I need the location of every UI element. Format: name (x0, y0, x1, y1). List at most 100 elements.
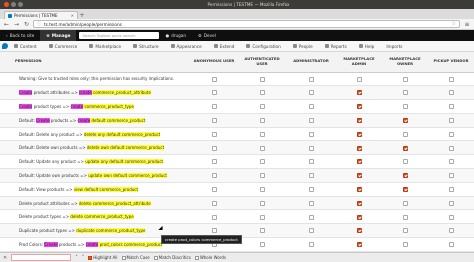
permission-checkbox-administrator[interactable] (308, 131, 314, 137)
permission-checkbox-pickup-vendor[interactable] (448, 228, 454, 234)
permission-checkbox-authenticated[interactable] (259, 90, 265, 96)
permission-checkbox-administrator[interactable] (308, 228, 314, 234)
permission-checkbox-pickup-vendor[interactable] (448, 76, 454, 82)
permission-checkbox-marketplace-owner[interactable] (402, 228, 408, 234)
tray-item-people[interactable]: People (287, 41, 319, 51)
permission-checkbox-administrator[interactable] (308, 118, 314, 124)
back-to-site-link[interactable]: ‹ Back to site (0, 33, 40, 38)
permission-checkbox-pickup-vendor[interactable] (448, 90, 454, 96)
tray-item-appearance[interactable]: Appearance (165, 41, 208, 51)
permission-checkbox-marketplace-owner[interactable] (402, 214, 408, 220)
permission-checkbox-administrator[interactable] (308, 242, 314, 248)
permission-checkbox-pickup-vendor[interactable] (448, 145, 454, 151)
tab-permissions[interactable]: Permissions | TESTME ✕ (4, 11, 78, 19)
user-tab[interactable]: ● drugan (159, 33, 192, 38)
permission-checkbox-pickup-vendor[interactable] (448, 159, 454, 165)
permission-checkbox-marketplace-owner[interactable] (402, 187, 408, 193)
find-next-icon[interactable]: ˅ (82, 255, 85, 261)
permission-checkbox-pickup-vendor[interactable] (448, 187, 454, 193)
permission-checkbox-authenticated[interactable] (259, 159, 265, 165)
permission-checkbox-anonymous[interactable] (211, 76, 217, 82)
permission-checkbox-marketplace-admin[interactable] (356, 159, 362, 165)
tray-item-structure[interactable]: Structure (127, 41, 164, 51)
permission-checkbox-marketplace-admin[interactable] (356, 131, 362, 137)
manage-tab[interactable]: ≡ Manage (40, 30, 77, 41)
permission-checkbox-marketplace-owner[interactable] (402, 145, 408, 151)
highlight-all-checkbox[interactable]: Highlight All (88, 255, 118, 260)
permission-checkbox-administrator[interactable] (308, 145, 314, 151)
permission-checkbox-marketplace-admin[interactable] (356, 187, 362, 193)
permission-checkbox-marketplace-owner[interactable] (402, 242, 408, 248)
permission-checkbox-authenticated[interactable] (259, 200, 265, 206)
permission-checkbox-pickup-vendor[interactable] (448, 173, 454, 179)
permission-checkbox-pickup-vendor[interactable] (448, 200, 454, 206)
permission-checkbox-authenticated[interactable] (259, 214, 265, 220)
info-icon[interactable]: ⓘ (37, 21, 41, 27)
permission-checkbox-pickup-vendor[interactable] (448, 118, 454, 124)
permission-checkbox-authenticated[interactable] (259, 242, 265, 248)
permission-checkbox-anonymous[interactable] (211, 200, 217, 206)
permission-checkbox-administrator[interactable] (308, 159, 314, 165)
permission-checkbox-anonymous[interactable] (211, 228, 217, 234)
tray-item-content[interactable]: Content (8, 41, 43, 51)
tray-item-reports[interactable]: Reports (319, 41, 353, 51)
match-diacritics-checkbox[interactable]: Match Diacritics (153, 255, 191, 260)
permission-checkbox-marketplace-owner[interactable] (402, 76, 408, 82)
tray-item-imports[interactable]: Imports (380, 41, 408, 51)
permission-checkbox-anonymous[interactable] (211, 214, 217, 220)
permission-checkbox-authenticated[interactable] (259, 104, 265, 110)
devel-tab[interactable]: ⚙ Devel (192, 33, 222, 38)
permission-checkbox-marketplace-admin[interactable] (356, 118, 362, 124)
permission-checkbox-authenticated[interactable] (259, 173, 265, 179)
url-bar[interactable]: ⓘ ts.test.me/admin/people/permissions ☆ (33, 20, 460, 28)
permission-checkbox-pickup-vendor[interactable] (448, 104, 454, 110)
tray-item-help[interactable]: Help (353, 41, 381, 51)
permission-checkbox-marketplace-admin[interactable] (356, 200, 362, 206)
permission-checkbox-administrator[interactable] (308, 187, 314, 193)
permission-checkbox-authenticated[interactable] (259, 228, 265, 234)
match-case-checkbox[interactable]: Match Case (121, 255, 150, 260)
permission-checkbox-anonymous[interactable] (211, 173, 217, 179)
tray-item-marketplace[interactable]: Marketplace (83, 41, 127, 51)
permission-checkbox-pickup-vendor[interactable] (448, 131, 454, 137)
window-minimize-button[interactable] (11, 2, 16, 7)
permission-checkbox-anonymous[interactable] (211, 159, 217, 165)
toolbar-search-input[interactable]: Search Toolbar quick search (79, 32, 160, 39)
permission-checkbox-authenticated[interactable] (259, 145, 265, 151)
permission-checkbox-marketplace-admin[interactable] (356, 145, 362, 151)
url-text[interactable]: ts.test.me/admin/people/permissions (44, 22, 449, 27)
window-maximize-button[interactable] (18, 2, 23, 7)
permission-checkbox-marketplace-owner[interactable] (402, 118, 408, 124)
permission-checkbox-administrator[interactable] (308, 173, 314, 179)
permission-checkbox-marketplace-admin[interactable] (356, 104, 362, 110)
whole-words-checkbox[interactable]: Whole Words (194, 255, 226, 260)
tab-close-icon[interactable]: ✕ (71, 13, 74, 18)
back-arrow-icon[interactable]: ← (3, 21, 10, 28)
permission-checkbox-anonymous[interactable] (211, 118, 217, 124)
tray-item-configuration[interactable]: Configuration (240, 41, 286, 51)
permission-checkbox-marketplace-owner[interactable] (402, 200, 408, 206)
permission-checkbox-administrator[interactable] (308, 76, 314, 82)
permission-checkbox-marketplace-admin[interactable] (356, 214, 362, 220)
bookmark-star-icon[interactable]: ☆ (452, 21, 456, 27)
permission-checkbox-administrator[interactable] (308, 90, 314, 96)
find-close-icon[interactable]: ✕ (3, 255, 7, 261)
permission-checkbox-marketplace-admin[interactable] (356, 173, 362, 179)
permission-checkbox-authenticated[interactable] (259, 131, 265, 137)
column-header-permission[interactable]: PERMISSION (0, 52, 190, 73)
permission-checkbox-marketplace-admin[interactable] (356, 228, 362, 234)
permission-checkbox-authenticated[interactable] (259, 118, 265, 124)
permission-checkbox-authenticated[interactable] (259, 187, 265, 193)
permission-checkbox-administrator[interactable] (308, 104, 314, 110)
permission-checkbox-pickup-vendor[interactable] (448, 242, 454, 248)
find-input[interactable] (11, 254, 72, 261)
window-close-button[interactable] (4, 2, 9, 7)
permission-checkbox-marketplace-owner[interactable] (402, 173, 408, 179)
permission-checkbox-anonymous[interactable] (211, 131, 217, 137)
permission-checkbox-anonymous[interactable] (211, 104, 217, 110)
permission-checkbox-anonymous[interactable] (211, 187, 217, 193)
permission-checkbox-pickup-vendor[interactable] (448, 214, 454, 220)
permission-checkbox-administrator[interactable] (308, 214, 314, 220)
hamburger-menu-icon[interactable]: ≡ (463, 21, 471, 28)
permission-checkbox-marketplace-admin[interactable] (356, 242, 362, 248)
